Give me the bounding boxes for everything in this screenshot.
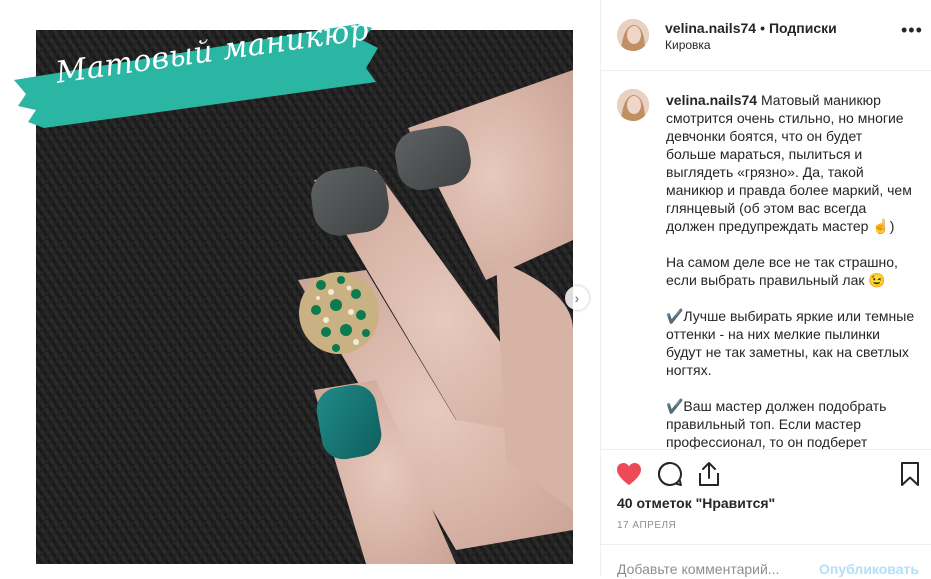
post-actions: 40 отметок "Нравится" 17 АПРЕЛЯ Опублико… xyxy=(601,449,931,577)
likes-count[interactable]: 40 отметок "Нравится" xyxy=(617,495,775,511)
location-link[interactable]: Кировка xyxy=(665,38,711,52)
caption-area: velina.nails74 Матовый маникюр смотрится… xyxy=(601,71,931,449)
publish-button[interactable]: Опубликовать xyxy=(819,561,919,577)
post-caption: velina.nails74 Матовый маникюр смотрится… xyxy=(666,91,916,449)
bookmark-icon[interactable] xyxy=(896,460,924,488)
caption-text: Матовый маникюр смотрится очень стильно,… xyxy=(666,92,915,449)
separator-dot: • xyxy=(760,20,765,36)
heart-icon[interactable] xyxy=(615,460,643,488)
comment-input[interactable] xyxy=(617,561,807,577)
chevron-right-icon: › xyxy=(574,290,580,306)
avatar[interactable] xyxy=(617,19,649,51)
follow-button[interactable]: Подписки xyxy=(769,20,837,36)
post-author: velina.nails74 • Подписки xyxy=(665,20,837,36)
caption-username[interactable]: velina.nails74 xyxy=(666,92,757,108)
post-date[interactable]: 17 АПРЕЛЯ xyxy=(617,520,676,531)
post-header: velina.nails74 • Подписки Кировка ••• xyxy=(601,0,931,71)
more-icon[interactable]: ••• xyxy=(901,20,923,41)
username-link[interactable]: velina.nails74 xyxy=(665,20,756,36)
instagram-post: Матовый маникюр › velina.nails74 • Подписк… xyxy=(0,0,931,577)
share-icon[interactable] xyxy=(695,460,723,488)
post-panel: velina.nails74 • Подписки Кировка ••• veli… xyxy=(601,0,931,577)
comment-icon[interactable] xyxy=(656,460,684,488)
post-media: Матовый маникюр › xyxy=(0,0,601,576)
comment-bar: Опубликовать xyxy=(601,544,931,579)
avatar[interactable] xyxy=(617,89,649,121)
next-photo-button[interactable]: › xyxy=(565,286,589,310)
